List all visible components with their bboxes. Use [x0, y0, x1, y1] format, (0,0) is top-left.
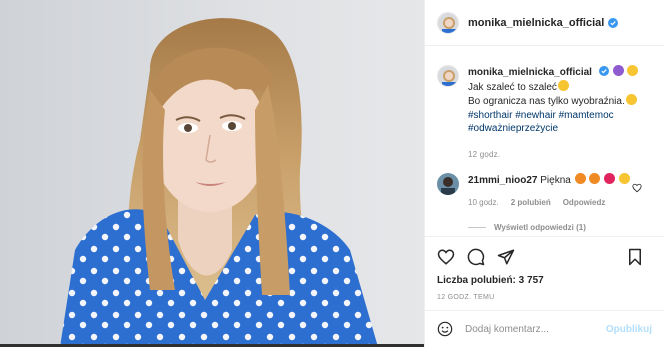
comments-section: monika_mielnicka_official Jak szaleć to …	[425, 47, 664, 233]
woman-gesture-emoji-icon	[612, 65, 624, 76]
post-header: monika_mielnicka_official	[425, 0, 664, 46]
post-time[interactable]: 12 GODZ. TEMU	[437, 294, 652, 301]
comment-input[interactable]	[465, 323, 600, 335]
caption-avatar[interactable]	[437, 65, 459, 87]
avatar-image	[437, 173, 459, 195]
bookmark-icon[interactable]	[626, 248, 644, 266]
view-replies-button[interactable]: Wyświetl odpowiedzi (1)	[468, 223, 664, 232]
commenter-avatar[interactable]	[437, 173, 459, 195]
caption-text: monika_mielnicka_official Jak szaleć to …	[468, 65, 639, 162]
avatar-image	[438, 12, 458, 33]
verified-badge-icon	[608, 17, 619, 28]
post-photo[interactable]	[0, 0, 424, 347]
replies-divider	[468, 227, 486, 228]
actions-bar: Liczba polubień: 3 757 12 GODZ. TEMU	[425, 236, 664, 301]
caption-line-1: Jak szaleć to szaleć	[468, 81, 557, 93]
hashtag-link[interactable]: #mamtemoc	[559, 110, 614, 121]
likes-count[interactable]: Liczba polubień: 3 757	[437, 275, 652, 286]
comment-time[interactable]: 10 godz.	[468, 196, 499, 209]
winking-tongue-emoji-icon	[557, 79, 569, 91]
comment-username[interactable]: 21mmi_nioo27	[468, 175, 537, 186]
face-emoji-icon	[625, 94, 637, 105]
caption-username[interactable]: monika_mielnicka_official	[468, 67, 592, 78]
avatar-image	[438, 66, 458, 86]
avatar[interactable]	[437, 11, 459, 34]
fire-emoji-icon	[574, 173, 586, 184]
caption: monika_mielnicka_official Jak szaleć to …	[425, 47, 664, 161]
caption-time[interactable]: 12 godz.	[468, 148, 638, 162]
smiling-face-emoji-icon	[627, 65, 639, 76]
comment-like-heart-icon[interactable]	[632, 183, 642, 193]
comment-likes[interactable]: 2 polubień	[511, 196, 551, 209]
reply-button[interactable]: Odpowiedz	[563, 196, 606, 209]
heart-icon[interactable]	[437, 248, 455, 266]
hashtag-link[interactable]: #shorthair	[468, 110, 512, 121]
fire-emoji-icon	[589, 173, 601, 184]
view-replies-label: Wyświetl odpowiedzi (1)	[494, 223, 586, 232]
portrait-image	[0, 0, 424, 347]
hashtag-link[interactable]: #odważnieprzeżycie	[468, 123, 558, 134]
raising-hands-emoji-icon	[618, 173, 630, 184]
comment-icon[interactable]	[467, 248, 485, 266]
share-icon[interactable]	[497, 248, 515, 266]
comment-item: 21mmi_nioo27 Piękna 10 godz. 2 polubień …	[425, 161, 664, 209]
caption-line-2: Bo ogranicza nas tylko wyobraźnia.	[468, 96, 625, 107]
emoji-picker-icon[interactable]	[437, 321, 453, 337]
verified-badge-icon	[598, 66, 609, 76]
hashtag-link[interactable]: #newhair	[515, 110, 556, 121]
red-heart-emoji-icon	[604, 173, 616, 184]
comment-text: Piękna	[540, 175, 571, 186]
header-username[interactable]: monika_mielnicka_official	[468, 17, 604, 29]
publish-button[interactable]: Opublikuj	[606, 324, 652, 335]
add-comment-form: Opublikuj	[425, 310, 664, 347]
post-sidebar: monika_mielnicka_official monika_mielnic…	[424, 0, 664, 347]
